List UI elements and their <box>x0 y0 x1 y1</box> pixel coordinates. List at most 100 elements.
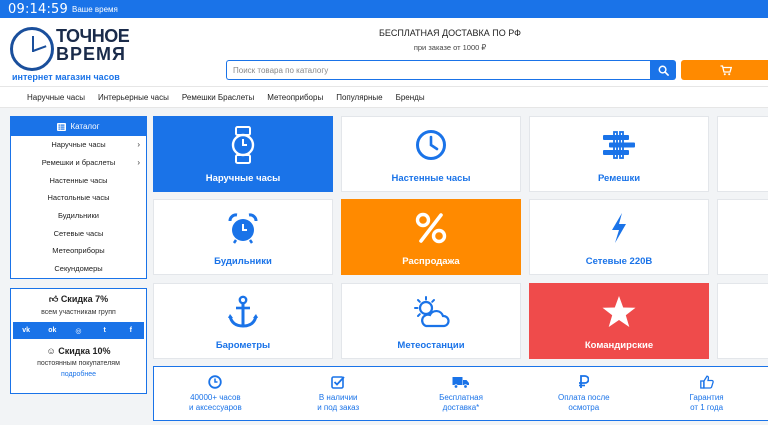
discount-box: 👍︎ Скидка 7% всем участникам групп vk ok… <box>10 288 147 394</box>
catalog-header[interactable]: Каталог <box>11 117 146 136</box>
benefit-item: Гарантия от 1 года <box>645 367 768 420</box>
smile-icon: ☺ <box>46 346 56 356</box>
alarm-clock-icon <box>228 213 258 244</box>
tile-partial-right[interactable] <box>717 116 768 192</box>
benefit-item: 40000+ часов и аксессуаров <box>154 367 277 420</box>
search-bar <box>226 60 676 80</box>
group-discount-title: 👍︎ Скидка 7% <box>11 294 146 305</box>
benefit-line1: Гарантия <box>689 393 724 402</box>
delivery-promo-subtitle: при заказе от 1000 ₽ <box>413 43 487 52</box>
catalog-item-label: Секундомеры <box>54 264 103 274</box>
catalog-item-desk-clocks[interactable]: Настольные часы <box>11 189 146 207</box>
group-discount-subtitle: всем участникам групп <box>41 309 116 316</box>
loyal-discount-value: Скидка 10% <box>58 346 111 356</box>
benefit-line2: от 1 года <box>690 403 724 412</box>
benefit-line2: осмотра <box>568 403 600 412</box>
tile-alarm-clocks[interactable]: Будильники <box>153 199 333 275</box>
benefit-item: Бесплатная доставка* <box>400 367 523 420</box>
benefit-line1: В наличии <box>318 393 358 402</box>
tile-sale[interactable]: Распродажа <box>341 199 521 275</box>
tile-network-220v[interactable]: Сетевые 220В <box>529 199 709 275</box>
tile-commander-watches[interactable]: Командирские <box>529 283 709 359</box>
tile-wristwatches[interactable]: Наручные часы <box>153 116 333 192</box>
benefit-line1: 40000+ часов <box>190 393 241 402</box>
tile-label: Сетевые 220В <box>585 256 653 267</box>
catalog-item-label: Сетевые часы <box>53 228 104 238</box>
cart-button[interactable] <box>681 60 768 80</box>
nav-item-brands[interactable]: Бренды <box>396 93 425 102</box>
star-icon <box>602 296 636 327</box>
chevron-right-icon: › <box>137 157 140 167</box>
catalog-item-label: Настольные часы <box>47 193 110 203</box>
catalog-title: Каталог <box>70 122 100 131</box>
benefits-bar: 40000+ часов и аксессуаров В наличии и под… <box>153 366 768 421</box>
catalog-item-label: Метеоприборы <box>52 246 105 256</box>
catalog-sidebar: Каталог Наручные часы › Ремешки и браслет… <box>10 116 147 279</box>
catalog-item-wristwatches[interactable]: Наручные часы › <box>11 136 146 154</box>
benefit-line2: доставка* <box>442 403 480 412</box>
search-button[interactable] <box>650 60 676 80</box>
facebook-icon[interactable]: f <box>124 327 138 334</box>
nav-item-wristwatches[interactable]: Наручные часы <box>27 93 85 102</box>
catalog-item-alarm-clocks[interactable]: Будильники <box>11 207 146 225</box>
benefit-item: Оплата после осмотра <box>522 367 645 420</box>
benefit-item: В наличии и под заказ <box>277 367 400 420</box>
nav-item-meteo[interactable]: Метеоприборы <box>267 93 323 102</box>
tile-label: Ремешки <box>597 173 641 184</box>
tile-partial-right[interactable] <box>717 199 768 275</box>
group-discount-value: Скидка 7% <box>60 294 109 304</box>
tile-partial-right[interactable] <box>717 283 768 359</box>
tile-label: Командирские <box>584 340 654 351</box>
percent-icon <box>415 212 447 244</box>
thumbs-up-icon <box>699 375 714 389</box>
header: ТОЧНОЕ ВРЕМЯ интернет магазин часов БЕСП… <box>0 18 768 86</box>
catalog-item-meteo[interactable]: Метеоприборы <box>11 242 146 260</box>
catalog-item-label: Будильники <box>58 211 99 221</box>
nav-item-popular[interactable]: Популярные <box>336 93 382 102</box>
site-logo[interactable]: ТОЧНОЕ ВРЕМЯ интернет магазин часов <box>10 25 130 82</box>
social-links: vk ok ◎ t f <box>13 322 144 339</box>
chevron-right-icon: › <box>137 140 140 149</box>
logo-text-line2: ВРЕМЯ <box>56 44 126 64</box>
loyal-discount-subtitle: постоянным покупателям <box>37 360 120 367</box>
twitter-icon[interactable]: t <box>98 327 112 334</box>
nav-item-interior-clocks[interactable]: Интерьерные часы <box>98 93 169 102</box>
tile-straps[interactable]: Ремешки <box>529 116 709 192</box>
tile-label: Барометры <box>215 340 271 351</box>
checkbox-icon <box>331 376 345 389</box>
odnoklassniki-icon[interactable]: ok <box>45 327 59 334</box>
tile-label: Распродажа <box>402 256 460 267</box>
tile-barometers[interactable]: Барометры <box>153 283 333 359</box>
loyal-discount-title: ☺ Скидка 10% <box>11 346 146 356</box>
time-caption: Ваше время <box>72 4 118 14</box>
logo-tagline: интернет магазин часов <box>12 72 120 82</box>
ruble-icon <box>579 375 590 388</box>
current-time: 09:14:59 <box>8 1 68 17</box>
catalog-item-stopwatches[interactable]: Секундомеры <box>11 260 146 278</box>
vk-icon[interactable]: vk <box>19 327 33 334</box>
catalog-item-label: Наручные часы <box>51 140 106 150</box>
tile-weather-stations[interactable]: Метеостанции <box>341 283 521 359</box>
main-nav: Наручные часы Интерьерные часы Ремешки Б… <box>0 86 768 108</box>
thumbs-up-icon: 👍︎ <box>48 294 59 304</box>
tile-label: Наручные часы <box>205 173 281 184</box>
delivery-promo: БЕСПЛАТНАЯ ДОСТАВКА ПО РФ при заказе от … <box>360 28 540 52</box>
delivery-promo-title: БЕСПЛАТНАЯ ДОСТАВКА ПО РФ <box>378 28 522 38</box>
search-input[interactable] <box>226 60 650 80</box>
catalog-item-straps[interactable]: Ремешки и браслеты › <box>11 154 146 172</box>
benefit-line2: и под заказ <box>317 403 360 412</box>
tile-wall-clocks[interactable]: Настенные часы <box>341 116 521 192</box>
catalog-item-network-clocks[interactable]: Сетевые часы <box>11 224 146 242</box>
benefit-line1: Оплата после <box>557 393 610 402</box>
discount-details-link[interactable]: подробнее <box>11 371 146 378</box>
list-icon <box>57 122 67 131</box>
top-bar: 09:14:59 Ваше время <box>0 0 768 18</box>
catalog-item-wall-clocks[interactable]: Настенные часы <box>11 171 146 189</box>
nav-item-straps[interactable]: Ремешки Браслеты <box>182 93 254 102</box>
catalog-item-label: Ремешки и браслеты <box>41 158 116 168</box>
benefit-line1: Бесплатная <box>439 393 483 402</box>
instagram-icon[interactable]: ◎ <box>71 327 85 335</box>
weather-icon <box>414 296 450 328</box>
wristwatch-icon <box>231 126 255 164</box>
tile-label: Будильники <box>214 256 272 267</box>
